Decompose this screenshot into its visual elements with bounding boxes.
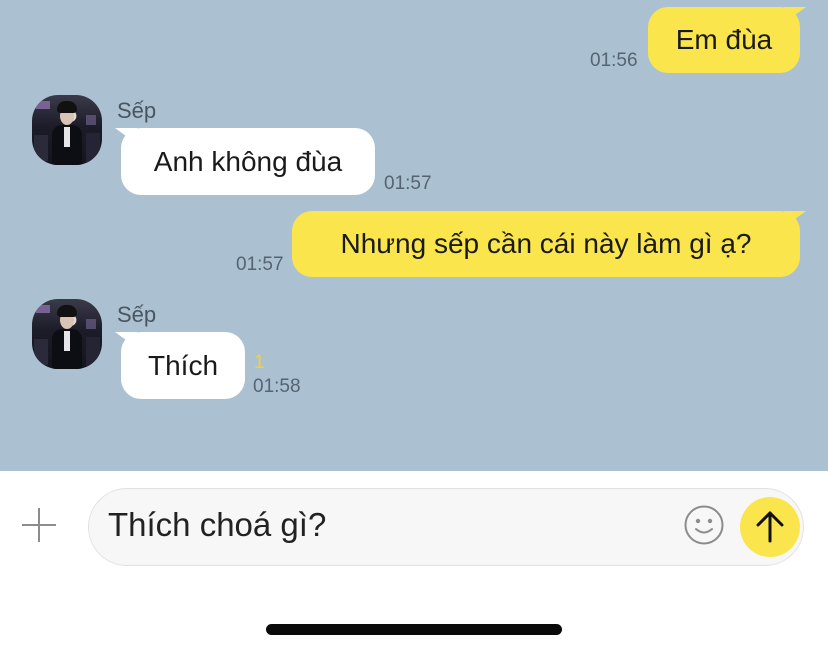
unread-count: 1 — [254, 352, 265, 373]
message-time: 01:57 — [236, 254, 284, 275]
emoji-icon[interactable] — [684, 505, 724, 545]
avatar[interactable] — [32, 95, 102, 165]
message-bubble-outgoing[interactable]: Nhưng sếp cần cái này làm gì ạ? — [292, 211, 800, 277]
message-text: Anh không đùa — [153, 145, 343, 177]
message-bubble-outgoing[interactable]: Em đùa — [648, 7, 800, 73]
sender-name: Sếp — [117, 302, 157, 327]
message-text: Nhưng sếp cần cái này làm gì ạ? — [340, 228, 752, 259]
message-bubble-incoming[interactable]: Anh không đùa — [121, 128, 375, 195]
avatar[interactable] — [32, 299, 102, 369]
sender-name: Sếp — [117, 98, 157, 123]
message-text: Thích — [147, 349, 219, 381]
message-input-text: Thích choá gì? — [108, 506, 327, 543]
plus-icon[interactable] — [20, 506, 58, 544]
message-time: 01:57 — [384, 173, 432, 194]
message-time: 01:58 — [253, 376, 301, 397]
home-indicator[interactable] — [266, 624, 562, 635]
arrow-up-icon — [756, 511, 784, 543]
message-time: 01:56 — [590, 50, 638, 71]
chat-area[interactable]: Em đùa 01:56 Sếp Anh không đùa 01:57 Như… — [0, 0, 828, 471]
message-bubble-incoming[interactable]: Thích — [121, 332, 245, 399]
send-button[interactable] — [740, 497, 800, 557]
message-text: Em đùa — [675, 24, 773, 55]
